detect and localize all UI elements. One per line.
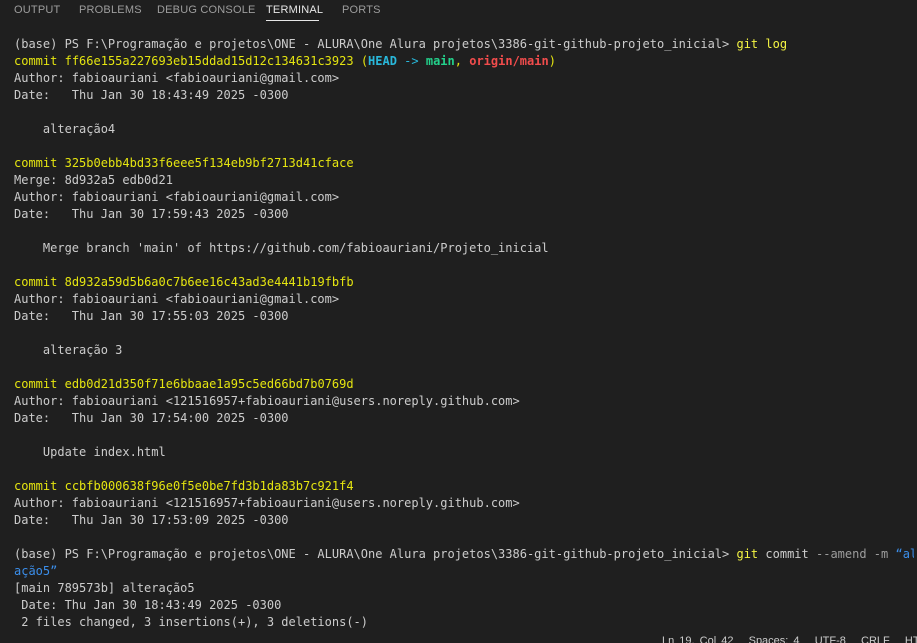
command-flags: --amend -m [816,547,889,561]
commit-date: Date: Thu Jan 30 17:55:03 2025 -0300 [14,309,289,323]
tab-problems[interactable]: PROBLEMS [79,4,142,16]
commit-label: commit [14,275,58,289]
commit-message: alteração 3 [14,343,123,357]
head-ref: HEAD [368,54,397,68]
output-line: Date: Thu Jan 30 18:43:49 2025 -0300 [14,598,282,612]
commit-line: commit ccbfb000638f96e0f5e0be7fd3b1da83b… [14,478,354,495]
command-string-start: “alter [895,547,914,561]
output-line: [main 789573b] alteração5 [14,581,195,595]
prompt-line: (base) PS F:\Programação e projetos\ONE … [14,546,914,563]
commit-date: Date: Thu Jan 30 17:59:43 2025 -0300 [14,207,289,221]
prompt-path: (base) PS F:\Programação e projetos\ONE … [14,37,730,51]
branch-ref: main [425,54,455,68]
command-git: git [736,547,759,561]
commit-label: commit [14,54,58,68]
terminal-output[interactable]: (base) PS F:\Programação e projetos\ONE … [14,36,914,634]
origin-ref: origin/main [469,54,549,68]
commit-line: commit 325b0ebb4bd33f6eee5f134eb9bf2713d… [14,155,354,172]
commit-line: commit 8d932a59d5b6a0c7b6ee16c43ad3e4441… [14,274,354,291]
status-bar: Ln 19, Col 42 Spaces: 4 UTF-8 CRLF HT [0,634,917,643]
commit-hash: ff66e155a227693eb15ddad15d12c134631c3923 [64,54,354,68]
commit-author: Author: fabioauriani <fabioauriani@gmail… [14,71,340,85]
commit-hash: edb0d21d350f71e6bbaae1a95c5ed66bd7b0769d [64,377,354,391]
panel-tab-bar: OUTPUT PROBLEMS DEBUG CONSOLE TERMINAL P… [0,0,917,24]
commit-author: Author: fabioauriani <121516957+fabioaur… [14,394,520,408]
command-text: git log [736,37,788,51]
commit-message: Merge branch 'main' of https://github.co… [14,241,549,255]
head-arrow: -> [396,54,426,68]
output-line: 2 files changed, 3 insertions(+), 3 dele… [14,615,369,629]
commit-message: Update index.html [14,445,166,459]
ref-paren-open: ( [360,54,369,68]
commit-line: commit ff66e155a227693eb15ddad15d12c1346… [14,53,556,70]
commit-label: commit [14,479,58,493]
command-string-wrap: ação5” [14,564,58,578]
commit-hash: ccbfb000638f96e0f5e0be7fd3b1da83b7c921f4 [64,479,354,493]
commit-merge: Merge: 8d932a5 edb0d21 [14,173,173,187]
commit-line: commit edb0d21d350f71e6bbaae1a95c5ed66bd… [14,376,354,393]
commit-hash: 8d932a59d5b6a0c7b6ee16c43ad3e4441b19fbfb [64,275,354,289]
tab-debug-console[interactable]: DEBUG CONSOLE [157,4,256,16]
tab-ports[interactable]: PORTS [342,4,381,16]
command-subcommand: commit [765,547,809,561]
ref-paren-close: ) [548,54,556,68]
prompt-line: (base) PS F:\Programação e projetos\ONE … [14,36,787,53]
commit-message: alteração4 [14,122,116,136]
status-bar-text[interactable]: Ln 19, Col 42 Spaces: 4 UTF-8 CRLF HT [662,635,917,643]
commit-author: Author: fabioauriani <fabioauriani@gmail… [14,190,340,204]
commit-date: Date: Thu Jan 30 17:54:00 2025 -0300 [14,411,289,425]
commit-date: Date: Thu Jan 30 18:43:49 2025 -0300 [14,88,289,102]
commit-label: commit [14,377,58,391]
tab-terminal[interactable]: TERMINAL [266,4,323,16]
commit-author: Author: fabioauriani <121516957+fabioaur… [14,496,520,510]
commit-author: Author: fabioauriani <fabioauriani@gmail… [14,292,340,306]
ref-separator: , [454,54,470,68]
tab-output[interactable]: OUTPUT [14,4,60,16]
commit-hash: 325b0ebb4bd33f6eee5f134eb9bf2713d41cface [64,156,354,170]
active-tab-indicator [266,20,319,21]
commit-date: Date: Thu Jan 30 17:53:09 2025 -0300 [14,513,289,527]
commit-label: commit [14,156,58,170]
prompt-path: (base) PS F:\Programação e projetos\ONE … [14,547,730,561]
